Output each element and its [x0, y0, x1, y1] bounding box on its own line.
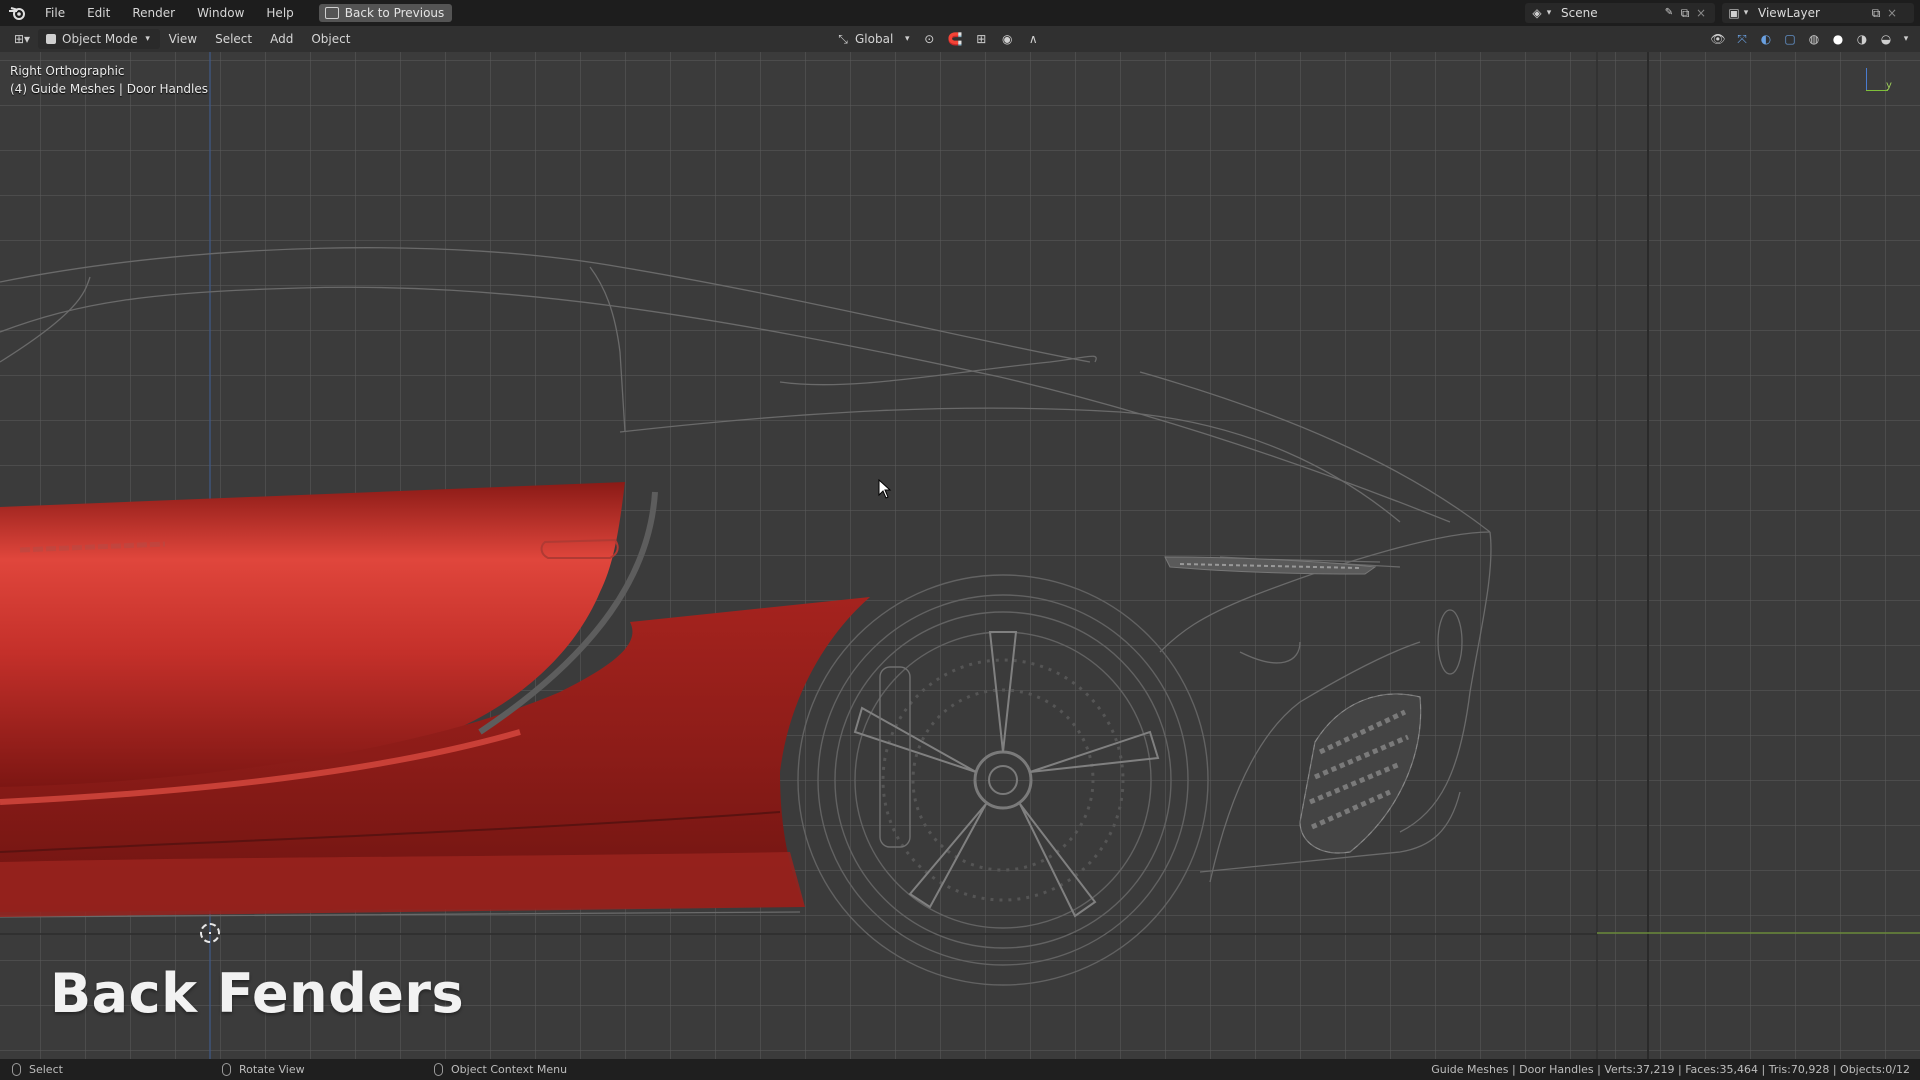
wireframe-shading-icon[interactable]: ◍ [1806, 31, 1822, 47]
pin-icon[interactable]: ✎ [1661, 5, 1677, 21]
status-context: Object Context Menu [434, 1063, 567, 1076]
object-mode-icon [46, 34, 56, 44]
view-layer-selector[interactable]: ▣ ▾ ViewLayer ⧉ × [1722, 3, 1914, 23]
menu-object[interactable]: Object [302, 32, 359, 46]
scene-name: Scene [1561, 6, 1598, 20]
rear-wheel [797, 574, 1209, 986]
close-icon[interactable]: × [1693, 5, 1709, 21]
left-mouse-icon [12, 1063, 21, 1076]
new-scene-icon[interactable]: ⧉ [1677, 5, 1693, 21]
pivot-point-icon[interactable]: ⊙ [921, 31, 937, 47]
overlays-icon[interactable]: ◐ [1758, 31, 1774, 47]
menu-window[interactable]: Window [186, 0, 255, 26]
rear-grille [1299, 693, 1422, 854]
view-layer-icon: ▣ [1728, 6, 1740, 20]
status-bar: Select Rotate View Object Context Menu G… [0, 1059, 1920, 1080]
menu-view[interactable]: View [160, 32, 206, 46]
chevron-down-icon[interactable]: ▾ [1902, 31, 1910, 47]
mode-label: Object Mode [62, 32, 138, 46]
proportional-edit-icon[interactable]: ◉ [999, 31, 1015, 47]
gizmo-icon[interactable]: ⤧ [1734, 31, 1750, 47]
status-rotate-label: Rotate View [239, 1063, 305, 1076]
snap-target-icon[interactable]: ⊞ [973, 31, 989, 47]
solid-shading-icon[interactable]: ● [1830, 31, 1846, 47]
right-mouse-icon [434, 1063, 443, 1076]
side-intake [1164, 556, 1377, 575]
scene-icon: ◈ [1532, 6, 1542, 20]
xray-icon[interactable]: ▢ [1782, 31, 1798, 47]
lower-skirt [0, 852, 805, 917]
back-to-previous-label: Back to Previous [344, 6, 445, 20]
editor-type-icon[interactable]: ⊞▾ [10, 31, 34, 47]
menu-edit[interactable]: Edit [76, 0, 121, 26]
status-select-label: Select [29, 1063, 63, 1076]
mouse-pointer-icon [878, 479, 892, 499]
mode-selector[interactable]: Object Mode ▾ [38, 29, 160, 49]
car-model[interactable] [0, 52, 1920, 1059]
menu-add[interactable]: Add [261, 32, 302, 46]
top-bar: File Edit Render Window Help Back to Pre… [0, 0, 1920, 26]
menu-render[interactable]: Render [121, 0, 186, 26]
falloff-icon[interactable]: ∧ [1025, 31, 1041, 47]
transform-orientation-label[interactable]: Global [855, 32, 893, 46]
menu-help[interactable]: Help [255, 0, 304, 26]
transform-orientation-icon[interactable]: ⤡ [835, 31, 851, 47]
view-layer-name: ViewLayer [1758, 6, 1820, 20]
chevron-down-icon: ▾ [1546, 8, 1552, 18]
scene-stats: Guide Meshes | Door Handles | Verts:37,2… [1431, 1063, 1910, 1076]
3d-viewport[interactable]: Right Orthographic (4) Guide Meshes | Do… [0, 52, 1920, 1059]
chevron-down-icon: ▾ [1743, 8, 1749, 18]
rendered-shading-icon[interactable]: ◒ [1878, 31, 1894, 47]
3d-cursor-icon[interactable] [200, 923, 220, 943]
back-to-previous-button[interactable]: Back to Previous [318, 4, 453, 22]
status-select: Select [12, 1063, 63, 1076]
display-tools: 👁 ⤧ ◐ ▢ ◍ ● ◑ ◒ ▾ [1710, 26, 1910, 52]
chevron-down-icon: ▾ [905, 34, 910, 44]
new-view-layer-icon[interactable]: ⧉ [1868, 5, 1884, 21]
video-caption: Back Fenders [50, 962, 465, 1025]
snap-icon[interactable]: 🧲 [947, 31, 963, 47]
blender-logo-icon[interactable] [0, 0, 34, 26]
transform-tools: ⤡ Global ▾ ⊙ 🧲 ⊞ ◉ ∧ [835, 26, 1041, 52]
chevron-down-icon: ▾ [145, 34, 150, 44]
scene-selector[interactable]: ◈ ▾ Scene ✎ ⧉ × [1525, 3, 1715, 23]
status-context-label: Object Context Menu [451, 1063, 568, 1076]
middle-mouse-icon [222, 1063, 231, 1076]
menu-select[interactable]: Select [206, 32, 261, 46]
status-rotate: Rotate View [222, 1063, 305, 1076]
menu-file[interactable]: File [34, 0, 76, 26]
screen-icon [324, 7, 339, 19]
close-icon[interactable]: × [1884, 5, 1900, 21]
viewport-header: ⊞▾ Object Mode ▾ View Select Add Object … [0, 26, 1920, 52]
material-shading-icon[interactable]: ◑ [1854, 31, 1870, 47]
visibility-icon[interactable]: 👁 [1710, 31, 1726, 47]
